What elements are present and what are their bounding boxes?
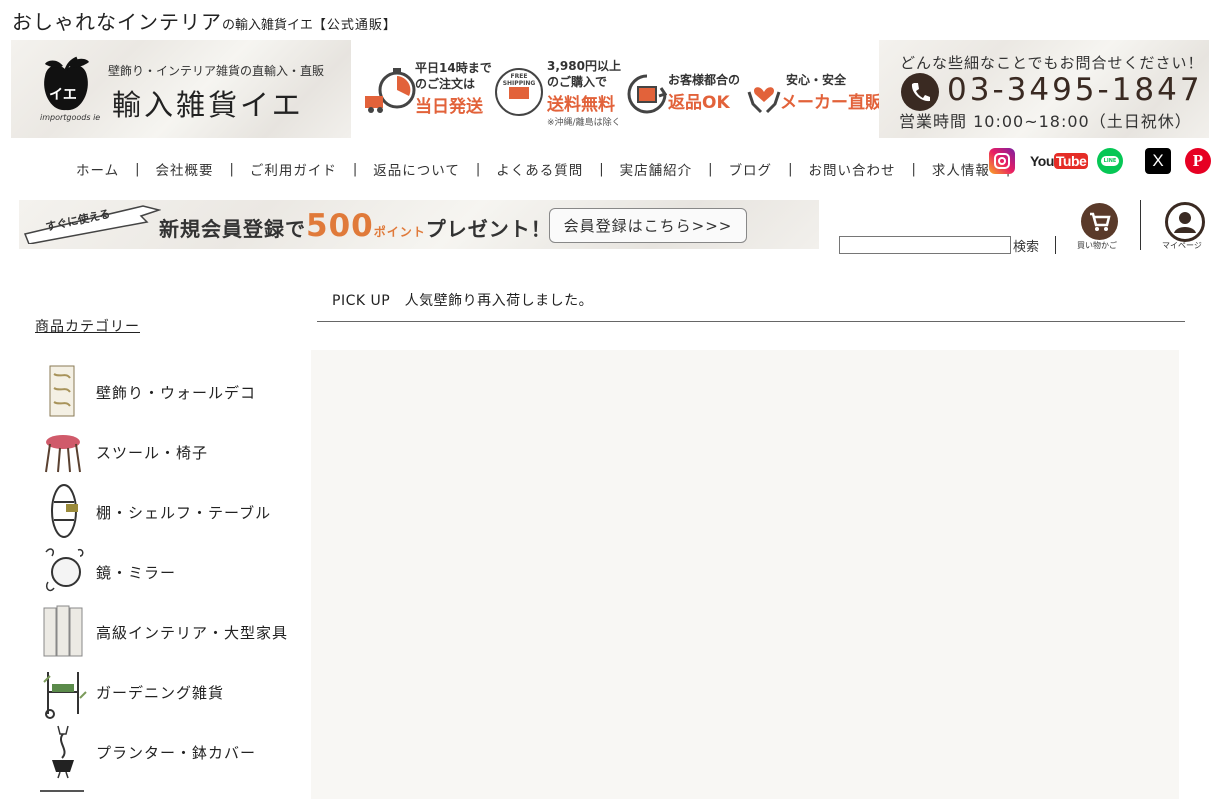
promo-points-unit: ポイント [373, 225, 426, 239]
nav-home[interactable]: ホーム [60, 159, 135, 179]
category-label: 鏡・ミラー [96, 564, 177, 582]
x-icon[interactable]: X [1145, 148, 1171, 174]
nav-faq[interactable]: よくある質問 [480, 159, 599, 179]
feature-same-day: 平日14時まで のご注文は 当日発送 [415, 60, 492, 117]
cart-icon[interactable] [1081, 203, 1118, 240]
category-label: スツール・椅子 [96, 444, 209, 462]
feature-banner[interactable]: 平日14時まで のご注文は 当日発送 FREE SHIPPING 3,980円以… [355, 40, 882, 138]
line-icon-text: LINE [1101, 156, 1119, 166]
divider [1055, 236, 1056, 254]
promo-text: 新規会員登録で500ポイントプレゼント！ [159, 208, 552, 244]
nav-contact[interactable]: お問い合わせ [792, 159, 911, 179]
instagram-icon[interactable] [989, 148, 1015, 174]
feature-returns-big: 返品OK [668, 93, 730, 113]
feature-returns-line1: お客様都合の [668, 73, 741, 87]
mirror-thumb [45, 548, 84, 592]
nav-guide[interactable]: ご利用ガイド [234, 159, 353, 179]
truck-shape [509, 87, 529, 99]
category-item-wall-deco[interactable]: 壁飾り・ウォールデコ [40, 362, 300, 420]
feature-maker-direct-line1: 安心・安全 [786, 73, 847, 87]
free-shipping-icon: FREE SHIPPING [495, 68, 543, 116]
logo-banner[interactable]: イエ importgoods ie 壁飾り・インテリア雑貨の直輸入・直販 輸入雑… [11, 40, 351, 138]
feature-maker-direct: 安心・安全 メーカー直販 [768, 72, 882, 113]
category-item-partial [40, 790, 84, 799]
feature-free-shipping-big: 送料無料 [547, 95, 615, 115]
logo-mark: イエ [49, 87, 77, 103]
nav-store[interactable]: 実店舗紹介 [604, 159, 709, 179]
global-nav: ホーム | 会社概要 | ご利用ガイド | 返品について | よくある質問 | 実店舗紹介… [60, 158, 1010, 180]
promo-text-after: プレゼント！ [425, 217, 552, 241]
site-title[interactable]: おしゃれなインテリアの輸入雑貨イエ【公式通販】 [12, 6, 397, 35]
phone-icon [901, 73, 939, 111]
promo-banner[interactable]: すぐに使える 新規会員登録で500ポイントプレゼント！ 会員登録はこちら>>> [19, 200, 819, 249]
site-title-bracket: 【公式通販】 [312, 18, 397, 33]
feature-free-shipping-note: ※沖縄/離島は除く [547, 118, 621, 128]
line-icon[interactable]: LINE [1097, 148, 1123, 174]
category-item-gardening[interactable]: ガーデニング雑貨 [40, 662, 300, 720]
divider [1140, 200, 1141, 250]
youtube-icon[interactable]: You Tube [1030, 150, 1089, 172]
return-box-icon [627, 74, 667, 114]
fast-delivery-icon [365, 68, 416, 113]
promo-points: 500 [306, 208, 374, 244]
category-item-luxury[interactable]: 高級インテリア・大型家具 [40, 602, 300, 660]
category-label: 棚・シェルフ・テーブル [96, 504, 272, 522]
logo-sub: importgoods ie [40, 113, 101, 122]
phone-number[interactable]: 03-3495-1847 [947, 72, 1203, 108]
contact-prompt: どんな些細なことでもお問合せください！ [900, 54, 1204, 72]
mypage-icon[interactable] [1165, 202, 1205, 242]
logo-name: 輸入雑貨イエ [112, 88, 304, 122]
category-label: ガーデニング雑貨 [96, 684, 225, 702]
cat-planter-thumb [52, 725, 74, 779]
category-heading[interactable]: 商品カテゴリー [35, 316, 140, 336]
category-item-shelf[interactable]: 棚・シェルフ・テーブル [40, 482, 300, 540]
feature-free-shipping-line2: のご購入で [547, 75, 608, 89]
wall-deco-thumb [49, 365, 75, 417]
nav-company[interactable]: 会社概要 [140, 159, 230, 179]
feature-same-day-line1: 平日14時まで [415, 61, 492, 75]
register-button[interactable]: 会員登録はこちら>>> [549, 208, 747, 243]
pickup-title: PICK UP 人気壁飾り再入荷しました。 [332, 293, 594, 309]
mypage-label[interactable]: マイページ [1162, 240, 1202, 251]
garden-cart-thumb [43, 672, 87, 719]
pinterest-icon[interactable]: P [1185, 148, 1211, 174]
feature-free-shipping-line1: 3,980円以上 [547, 59, 621, 73]
promo-text-before: 新規会員登録で [159, 217, 306, 241]
search-input[interactable] [839, 236, 1011, 254]
x-icon-glyph: X [1152, 151, 1164, 170]
free-shipping-badge: FREE SHIPPING [502, 73, 536, 87]
feature-free-shipping: 3,980円以上 のご購入で 送料無料 ※沖縄/離島は除く [547, 58, 621, 128]
logo-tagline: 壁飾り・インテリア雑貨の直輸入・直販 [108, 64, 325, 78]
category-item-stool[interactable]: スツール・椅子 [40, 422, 300, 480]
feature-returns: お客様都合の 返品OK [668, 72, 740, 113]
feature-same-day-line2: のご注文は [415, 77, 476, 91]
cart-label[interactable]: 買い物かご [1077, 240, 1117, 251]
pickup-slider[interactable] [311, 350, 1179, 799]
nav-blog[interactable]: ブログ [713, 159, 789, 179]
category-label: プランター・鉢カバー [96, 744, 257, 762]
category-label: 壁飾り・ウォールデコ [96, 384, 257, 402]
pickup-divider [317, 321, 1185, 322]
business-hours: 営業時間 10:00~18:00（土日祝休） [899, 112, 1192, 131]
category-item-mirror[interactable]: 鏡・ミラー [40, 542, 300, 600]
site-title-small: の輸入雑貨イエ [222, 18, 313, 33]
nav-returns[interactable]: 返品について [357, 159, 476, 179]
stool-thumb [45, 435, 81, 473]
category-label: 高級インテリア・大型家具 [96, 624, 289, 642]
feature-same-day-big: 当日発送 [415, 97, 483, 117]
site-title-main: おしゃれなインテリア [12, 10, 222, 34]
shelf-thumb [51, 484, 78, 538]
feature-maker-direct-big: メーカー直販 [780, 93, 882, 113]
screen-thumb [43, 605, 83, 657]
search-button[interactable]: 検索 [1013, 236, 1039, 255]
category-item-planter[interactable]: プランター・鉢カバー [40, 722, 300, 780]
contact-banner[interactable]: どんな些細なことでもお問合せください！ 03-3495-1847 営業時間 10… [879, 40, 1209, 138]
